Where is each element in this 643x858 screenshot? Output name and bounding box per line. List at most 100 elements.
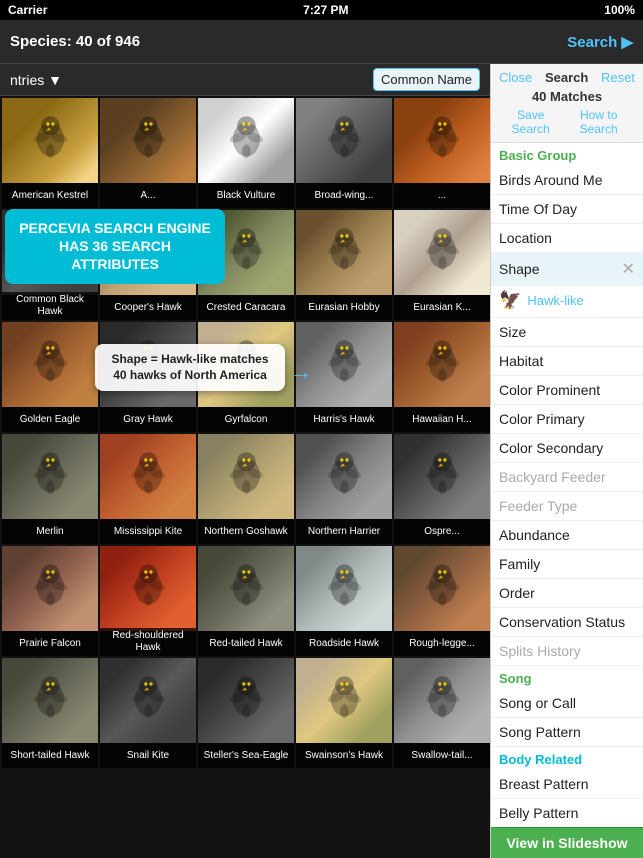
filter-label[interactable]: ntries ▼ [10,72,62,88]
bird-cell[interactable]: Black Vulture [198,98,294,208]
attribute-list: Basic GroupBirds Around MeTime Of DayLoc… [491,143,643,827]
status-bar: Carrier 7:27 PM 100% [0,0,643,20]
bird-name-label: Gyrfalcon [198,407,294,432]
attr-label: Abundance [499,527,570,543]
attr-section-header: Song [491,666,643,689]
carrier-label: Carrier [8,3,47,17]
attr-label: Song or Call [499,695,576,711]
bird-cell[interactable]: American Kestrel [2,98,98,208]
hawk-like-value: 🦅 Hawk-like [491,286,643,318]
bird-cell[interactable]: Eurasian K... [394,210,490,320]
bird-cell[interactable]: Roadside Hawk [296,546,392,656]
bird-name-label: Black Vulture [198,183,294,208]
bird-cell[interactable]: Broad-wing... [296,98,392,208]
attr-list-item[interactable]: Family [491,550,643,579]
bird-cell[interactable]: Mississippi Kite [100,434,196,544]
bird-name-label: Mississippi Kite [100,519,196,544]
bird-cell[interactable]: Hawaiian H... [394,322,490,432]
bird-cell[interactable]: Snail Kite [100,658,196,768]
attr-list-item[interactable]: Location [491,224,643,253]
bird-image [2,546,98,631]
bird-name-label: Crested Caracara [198,295,294,320]
attr-list-item[interactable]: Conservation Status [491,608,643,637]
reset-search-button[interactable]: Reset [601,70,635,85]
attr-list-item[interactable]: Belly Pattern [491,799,643,827]
save-search-button[interactable]: Save Search [499,108,562,136]
bird-cell[interactable]: Rough-legge... [394,546,490,656]
bird-name-label: Eurasian Hobby [296,295,392,320]
bird-cell[interactable]: A... [100,98,196,208]
attr-list-item[interactable]: Habitat [491,347,643,376]
attr-list-item[interactable]: Color Secondary [491,434,643,463]
attr-label: Color Prominent [499,382,600,398]
search-title-button[interactable]: Search [545,70,588,85]
battery-label: 100% [604,3,635,17]
bird-image [394,98,490,183]
bird-name-label: Golden Eagle [2,407,98,432]
bird-cell[interactable]: Northern Goshawk [198,434,294,544]
attr-list-item[interactable]: Time Of Day [491,195,643,224]
bird-name-label: Rough-legge... [394,631,490,656]
bird-cell[interactable]: Golden Eagle [2,322,98,432]
attr-list-item[interactable]: Breast Pattern [491,770,643,799]
bird-cell[interactable]: Swainson's Hawk [296,658,392,768]
close-x-icon[interactable]: ✕ [622,259,635,279]
attr-list-item[interactable]: Song Pattern [491,718,643,747]
attr-list-item[interactable]: Order [491,579,643,608]
bird-cell[interactable]: Short-tailed Hawk [2,658,98,768]
attr-list-item[interactable]: Abundance [491,521,643,550]
bird-image [198,98,294,183]
bird-cell[interactable]: Merlin [2,434,98,544]
attr-label: Size [499,324,526,340]
bird-cell[interactable]: Northern Harrier [296,434,392,544]
bird-cell[interactable]: Prairie Falcon [2,546,98,656]
attr-list-item[interactable]: Shape✕ [491,253,643,286]
bird-name-label: Red-tailed Hawk [198,631,294,656]
attr-label: Color Secondary [499,440,603,456]
main-layout: ntries ▼ Common Name PERCEVIA SEARCH ENG… [0,64,643,858]
bird-image [296,546,392,631]
attr-label: Backyard Feeder [499,469,606,485]
bird-cell[interactable]: Ospre... [394,434,490,544]
bird-cell[interactable]: Red-shouldered Hawk [100,546,196,656]
attr-label: Habitat [499,353,543,369]
bird-cell[interactable]: Steller's Sea-Eagle [198,658,294,768]
attr-label: Breast Pattern [499,776,589,792]
attr-list-item[interactable]: Color Prominent [491,376,643,405]
attr-list-item[interactable]: Color Primary [491,405,643,434]
bird-image [100,434,196,519]
annotation-shape-bubble: Shape = Hawk-like matches 40 hawks of No… [95,344,285,391]
bird-image [394,434,490,519]
hawk-like-text: Hawk-like [527,293,583,308]
search-panel-header: Close Search Reset 40 Matches Save Searc… [491,64,643,143]
bird-name-label: Roadside Hawk [296,631,392,656]
bird-name-label: Cooper's Hawk [100,295,196,320]
bird-name-label: Northern Harrier [296,519,392,544]
search-nav-button[interactable]: Search ▶ [567,33,633,51]
filter-bar: ntries ▼ Common Name [0,64,490,96]
bird-cell[interactable]: ... [394,98,490,208]
attr-list-item: Backyard Feeder [491,463,643,492]
attr-label: Splits History [499,643,581,659]
bird-name-label: Broad-wing... [296,183,392,208]
bird-name-label: Steller's Sea-Eagle [198,743,294,768]
how-to-search-button[interactable]: How to Search [562,108,635,136]
close-search-button[interactable]: Close [499,70,532,85]
view-slideshow-button[interactable]: View in Slideshow [491,827,643,858]
bird-name-label: Prairie Falcon [2,631,98,656]
bird-image [198,546,294,631]
common-name-button[interactable]: Common Name [373,68,480,91]
bird-image [394,210,490,295]
bird-image [2,434,98,519]
attr-label: Location [499,230,552,246]
bird-name-label: Short-tailed Hawk [2,743,98,768]
bird-image [394,546,490,631]
bird-image [2,658,98,743]
bird-cell[interactable]: Eurasian Hobby [296,210,392,320]
attr-list-item[interactable]: Song or Call [491,689,643,718]
attr-list-item[interactable]: Birds Around Me [491,166,643,195]
bird-cell[interactable]: Red-tailed Hawk [198,546,294,656]
attr-list-item[interactable]: Size [491,318,643,347]
bird-name-label: Harris's Hawk [296,407,392,432]
bird-cell[interactable]: Swallow-tail... [394,658,490,768]
